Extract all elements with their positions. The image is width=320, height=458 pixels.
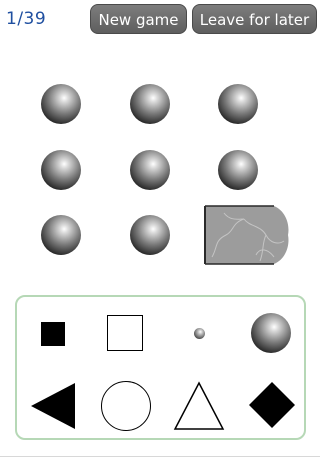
missing-piece-slot bbox=[204, 205, 289, 265]
option-small-sphere[interactable] bbox=[194, 328, 205, 339]
option-filled-diamond[interactable] bbox=[248, 381, 296, 429]
puzzle-counter: 1/39 bbox=[6, 9, 47, 29]
grid-cell-sphere bbox=[41, 150, 81, 190]
bottom-divider bbox=[0, 456, 320, 457]
grid-cell-sphere bbox=[218, 150, 258, 190]
new-game-button[interactable]: New game bbox=[90, 4, 187, 34]
grid-cell-sphere bbox=[41, 215, 81, 255]
option-outline-circle[interactable] bbox=[101, 381, 151, 431]
leave-for-later-button[interactable]: Leave for later bbox=[192, 4, 317, 34]
grid-cell-sphere bbox=[41, 84, 81, 124]
option-filled-square[interactable] bbox=[41, 322, 65, 346]
option-outline-square[interactable] bbox=[107, 315, 143, 351]
answer-options-panel bbox=[15, 295, 306, 440]
grid-cell-sphere bbox=[130, 150, 170, 190]
grid-cell-sphere bbox=[130, 215, 170, 255]
grid-cell-sphere bbox=[218, 84, 258, 124]
option-left-triangle[interactable] bbox=[29, 381, 77, 431]
grid-cell-sphere bbox=[130, 84, 170, 124]
option-outline-triangle[interactable] bbox=[173, 381, 225, 431]
option-large-sphere[interactable] bbox=[251, 313, 291, 353]
